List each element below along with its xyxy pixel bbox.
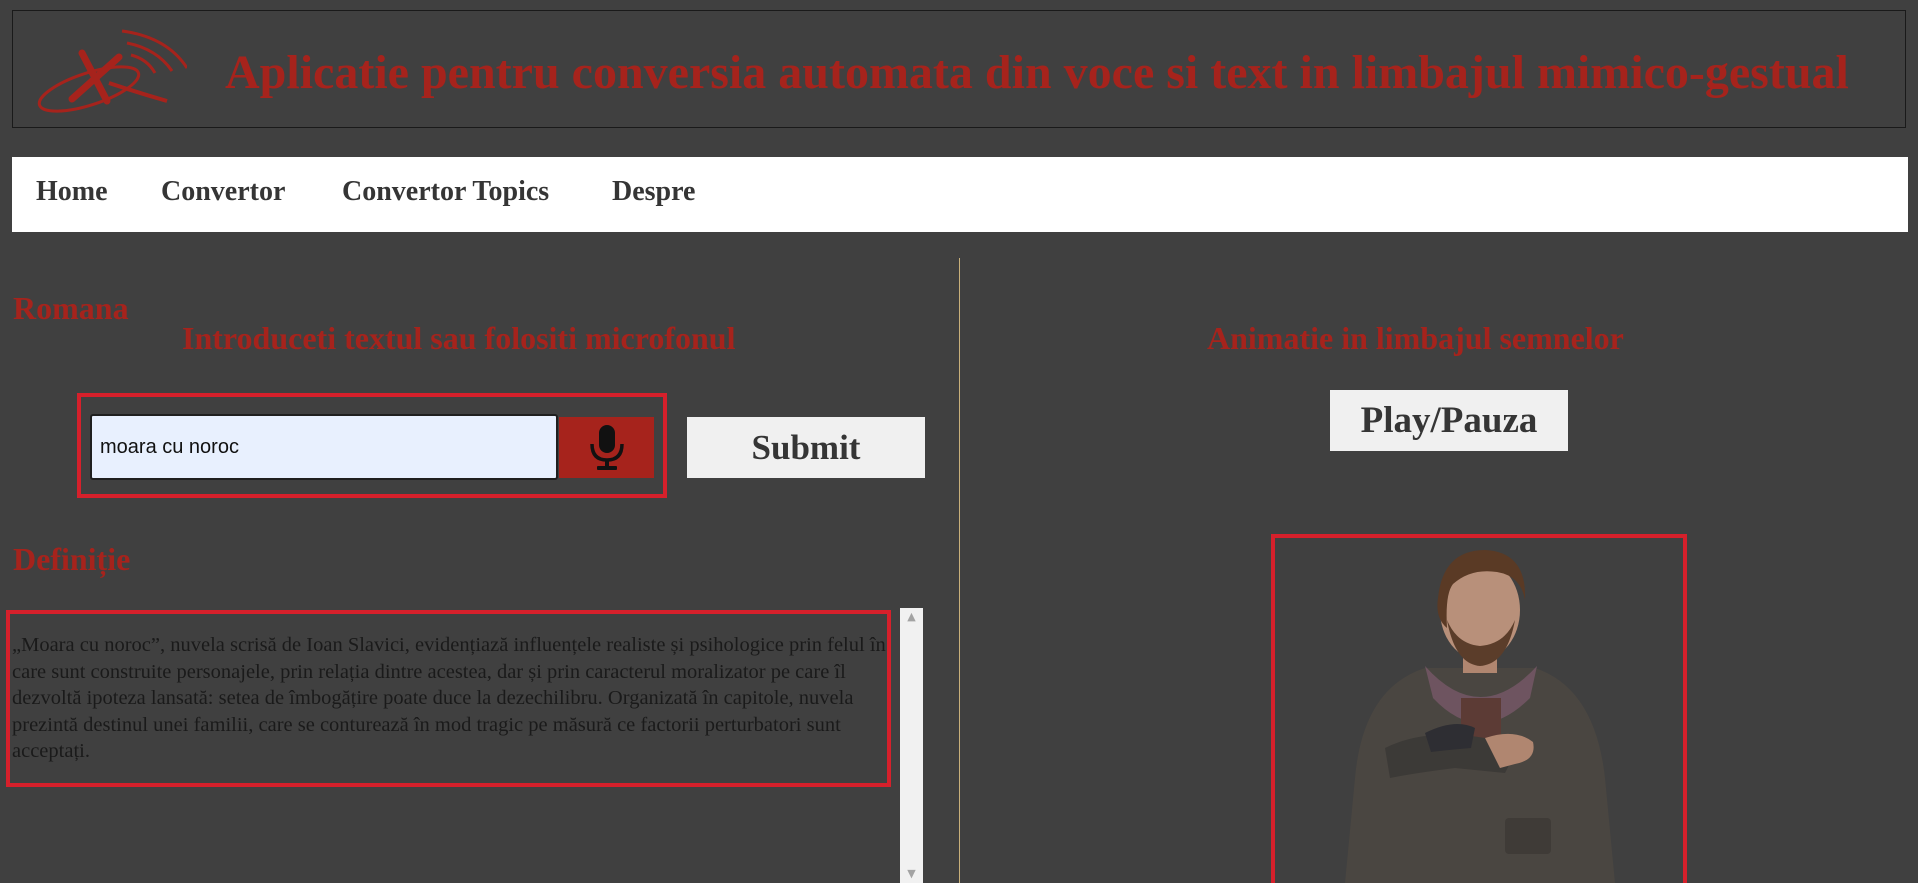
panel-divider [959,258,960,883]
nav-item-convertor[interactable]: Convertor [161,178,285,206]
nav-item-convertor-topics[interactable]: Convertor Topics [342,178,549,206]
nav-item-despre[interactable]: Despre [612,178,695,206]
microphone-icon [590,425,624,470]
input-instruction: Introduceti textul sau folositi microfon… [182,320,736,356]
definition-text: „Moara cu noroc”, nuvela scrisă de Ioan … [12,634,886,762]
submit-button[interactable]: Submit [687,417,925,478]
text-input[interactable] [90,414,558,480]
sign-language-animation [1271,534,1687,883]
animation-heading: Animatie in limbajul semnelor [1207,320,1624,356]
nav-item-home[interactable]: Home [36,178,108,206]
definition-scrollbar[interactable]: ▲ ▼ [900,608,923,883]
microphone-button[interactable] [559,417,654,478]
logo-icon [37,29,187,113]
scroll-down-icon[interactable]: ▼ [900,865,923,883]
app-title: Aplicatie pentru conversia automata din … [225,46,1849,99]
play-pause-button[interactable]: Play/Pauza [1330,390,1568,451]
avatar-figure [1345,550,1615,883]
language-label: Romana [13,290,129,326]
scroll-up-icon[interactable]: ▲ [900,608,923,626]
definition-heading: Definiție [13,541,131,577]
app-header: Aplicatie pentru conversia automata din … [12,10,1906,128]
nav-bar: Home Convertor Convertor Topics Despre [12,157,1908,232]
